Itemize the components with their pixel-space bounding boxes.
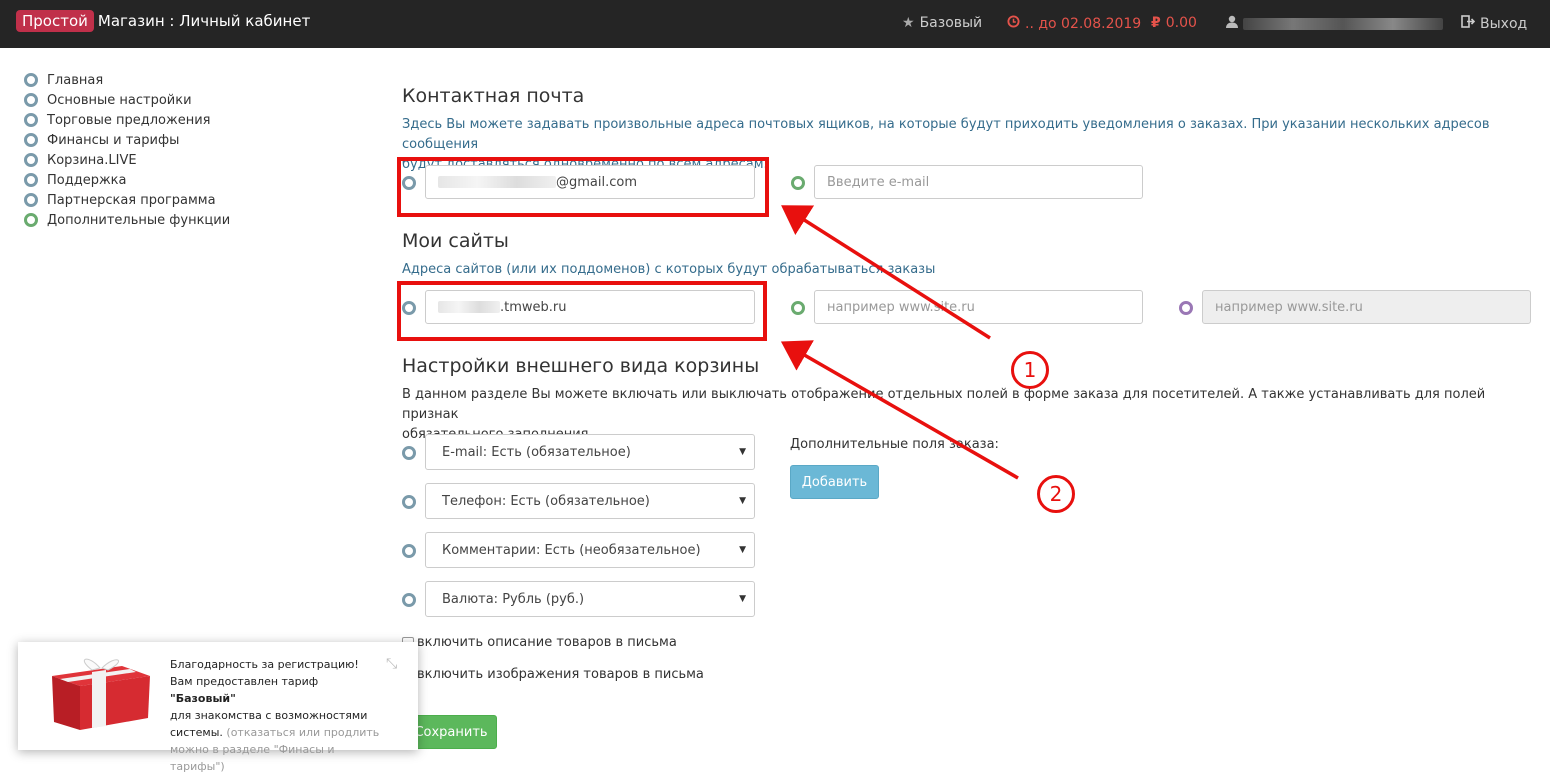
annotation-number-2: 2 bbox=[1037, 475, 1075, 513]
gift-icon bbox=[40, 652, 156, 736]
toast-line3: для знакомства с возможностями bbox=[170, 709, 368, 722]
toast-line4-text: системы. bbox=[170, 726, 223, 739]
toast-line4: системы. (отказаться или продлить можно … bbox=[170, 724, 385, 775]
annotation-number-1: 1 bbox=[1011, 351, 1049, 389]
toast-line1: Благодарность за регистрацию! bbox=[170, 658, 359, 671]
arrow-2 bbox=[780, 340, 1019, 480]
toast-line2-text: Вам предоставлен тариф bbox=[170, 675, 319, 688]
close-icon[interactable]: ⤡ bbox=[386, 656, 397, 672]
welcome-notification: Благодарность за регистрацию! Вам предос… bbox=[18, 642, 418, 773]
welcome-text: Благодарность за регистрацию! Вам предос… bbox=[170, 656, 385, 775]
toast-line2: Вам предоставлен тариф "Базовый" bbox=[170, 673, 385, 707]
toast-plan-name: "Базовый" bbox=[170, 692, 236, 705]
arrow-1 bbox=[781, 205, 991, 340]
